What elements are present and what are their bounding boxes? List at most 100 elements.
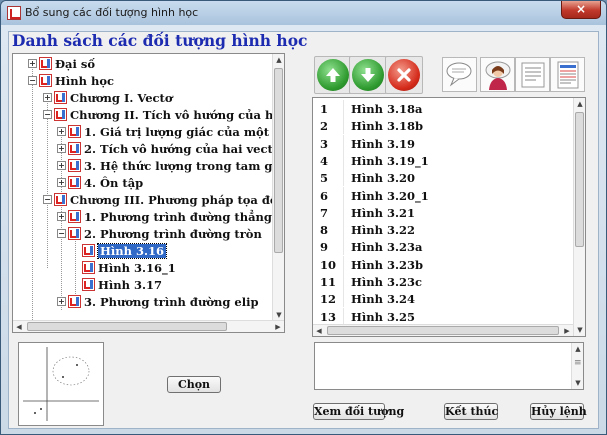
tree-item-label: Hình 3.16_1 <box>98 260 176 275</box>
tree-horizontal-scrollbar[interactable]: ◀ ▶ <box>13 320 284 332</box>
desc-vertical-scrollbar[interactable]: ▲ ≡ ▼ <box>571 343 583 389</box>
list-item[interactable]: 5 Hình 3.20 <box>313 169 575 187</box>
scroll-left-arrow-icon[interactable]: ◀ <box>313 325 325 336</box>
tree-item[interactable]: Hình 3.16_1 <box>71 259 176 276</box>
list-item[interactable]: 4 Hình 3.19_1 <box>313 151 575 170</box>
desc-scroll-grip-icon[interactable]: ≡ <box>574 358 582 368</box>
tree-item-label: Hình học <box>55 73 114 88</box>
tree-hscroll-thumb[interactable] <box>27 322 227 331</box>
notes-button[interactable] <box>515 57 550 92</box>
tree-item[interactable]: − Hình học <box>28 72 114 89</box>
scroll-down-arrow-icon[interactable]: ▼ <box>574 324 585 336</box>
scroll-left-arrow-icon[interactable]: ◀ <box>13 321 25 332</box>
list-item-number: 6 <box>320 188 329 203</box>
tree-connector-line <box>47 98 48 268</box>
window-close-button[interactable]: × <box>561 1 601 19</box>
choose-button[interactable]: Chọn <box>167 376 221 393</box>
geometry-node-icon <box>54 91 67 104</box>
list-item[interactable]: 3 Hình 3.19 <box>313 134 575 152</box>
tree-item[interactable]: +1. Giá trị lượng giác của một góc bất k… <box>57 123 284 140</box>
list-item[interactable]: 10 Hình 3.23b <box>313 255 575 273</box>
move-up-button[interactable] <box>317 59 349 91</box>
scroll-up-arrow-icon[interactable]: ▲ <box>572 343 584 355</box>
tree-item[interactable]: − Chương II. Tích vô hướng của hai vectơ <box>43 106 284 123</box>
list-item[interactable]: 2 Hình 3.18b <box>313 117 575 135</box>
tree-item-label: Chương II. Tích vô hướng của hai vectơ <box>70 107 284 122</box>
description-box[interactable]: ▲ ≡ ▼ <box>314 342 584 390</box>
tree-item[interactable]: Hình 3.16 <box>71 242 167 259</box>
delete-button[interactable] <box>388 59 420 91</box>
finish-button[interactable]: Kết thúc <box>444 403 498 420</box>
scroll-right-arrow-icon[interactable]: ▶ <box>272 321 284 332</box>
tree-item[interactable]: + Chương I. Vectơ <box>43 89 173 106</box>
expand-plus-icon[interactable]: + <box>57 297 66 306</box>
list-hscroll-thumb[interactable] <box>327 326 559 335</box>
tree-item[interactable]: + Đại số <box>28 55 95 72</box>
object-tree[interactable]: +3. Phương trình đường elip Hình 3.17 Hình… <box>12 53 285 333</box>
list-item[interactable]: 13 Hình 3.25 <box>313 307 575 325</box>
scroll-right-arrow-icon[interactable]: ▶ <box>561 325 573 336</box>
list-item[interactable]: 7 Hình 3.21 <box>313 203 575 221</box>
tree-item-label: 2. Phương trình đường tròn <box>84 226 262 241</box>
tree-vertical-scrollbar[interactable]: ▲ ▼ <box>272 54 284 321</box>
tree-item-label: 2. Tích vô hướng của hai vectơ <box>84 141 281 156</box>
geometry-node-icon <box>68 125 81 138</box>
tree-item[interactable]: − 2. Phương trình đường tròn <box>57 225 262 242</box>
list-item-name: Hình 3.25 <box>351 309 415 324</box>
tree-item-label: Chương III. Phương pháp tọa độ trong mặt <box>70 192 284 207</box>
tree-item[interactable]: +2. Tích vô hướng của hai vectơ <box>57 140 280 157</box>
geometry-node-icon <box>82 261 95 274</box>
expand-plus-icon[interactable]: + <box>57 178 66 187</box>
tree-item[interactable]: +3. Phương trình đường elip <box>57 293 259 310</box>
tree-item[interactable]: Hình 3.17 <box>71 276 162 293</box>
move-down-button[interactable] <box>352 59 384 91</box>
scroll-down-arrow-icon[interactable]: ▼ <box>572 377 584 389</box>
figure-preview-image <box>23 347 99 421</box>
list-vertical-scrollbar[interactable]: ▲ ▼ <box>573 98 585 336</box>
list-item-number: 12 <box>320 292 337 307</box>
document-list-button[interactable] <box>550 57 585 92</box>
collapse-minus-icon[interactable]: − <box>43 195 52 204</box>
list-item[interactable]: 1 Hình 3.18a <box>313 100 575 118</box>
collapse-minus-icon[interactable]: − <box>28 76 37 85</box>
scroll-up-arrow-icon[interactable]: ▲ <box>574 98 585 110</box>
list-item-name: Hình 3.20 <box>351 171 415 186</box>
collapse-minus-icon[interactable]: − <box>57 229 66 238</box>
list-item[interactable]: 6 Hình 3.20_1 <box>313 186 575 204</box>
list-item-name: Hình 3.18b <box>351 119 424 134</box>
view-object-button[interactable]: Xem đối tượng <box>313 403 404 420</box>
list-horizontal-scrollbar[interactable]: ◀ ▶ <box>313 324 573 336</box>
title-bar[interactable]: Bổ sung các đối tượng hình học × <box>1 1 606 25</box>
expand-plus-icon[interactable]: + <box>57 161 66 170</box>
expand-plus-icon[interactable]: + <box>57 144 66 153</box>
list-item-number: 11 <box>320 275 337 289</box>
expand-plus-icon[interactable]: + <box>57 127 66 136</box>
tree-item[interactable]: +3. Hệ thức lượng trong tam giác và giải <box>57 157 284 174</box>
geometry-node-icon <box>68 210 81 223</box>
teacher-button[interactable] <box>480 57 515 92</box>
list-item[interactable]: 9 Hình 3.23a <box>313 238 575 256</box>
expand-plus-icon[interactable]: + <box>28 59 37 68</box>
list-item[interactable]: 8 Hình 3.22 <box>313 221 575 239</box>
geometry-node-icon <box>82 244 95 257</box>
tree-item[interactable]: +4. Ôn tập <box>57 174 143 191</box>
geometry-node-icon <box>68 176 81 189</box>
figure-list[interactable]: 13 Hình 3.25 12 Hình 3.24 11 Hình 3.23c 10 Hình… <box>312 97 586 337</box>
geometry-node-icon <box>68 159 81 172</box>
list-item-number: 7 <box>320 205 329 220</box>
speech-bubble-button[interactable] <box>442 57 477 92</box>
tree-item[interactable]: +1. Phương trình đường thẳng <box>57 208 272 225</box>
list-item-name: Hình 3.18a <box>351 102 423 116</box>
collapse-minus-icon[interactable]: − <box>43 110 52 119</box>
list-scroll-thumb[interactable] <box>575 112 584 247</box>
cancel-button[interactable]: Hủy lệnh <box>530 403 587 420</box>
tree-item[interactable]: − Chương III. Phương pháp tọa độ trong mặ… <box>43 191 284 208</box>
tree-scroll-thumb[interactable] <box>274 68 283 253</box>
list-item[interactable]: 11 Hình 3.23c <box>313 273 575 291</box>
arrow-down-icon <box>361 68 375 82</box>
expand-plus-icon[interactable]: + <box>57 212 66 221</box>
scroll-up-arrow-icon[interactable]: ▲ <box>273 54 284 66</box>
geometry-node-icon <box>39 57 52 70</box>
expand-plus-icon[interactable]: + <box>43 93 52 102</box>
list-item[interactable]: 12 Hình 3.24 <box>313 290 575 308</box>
